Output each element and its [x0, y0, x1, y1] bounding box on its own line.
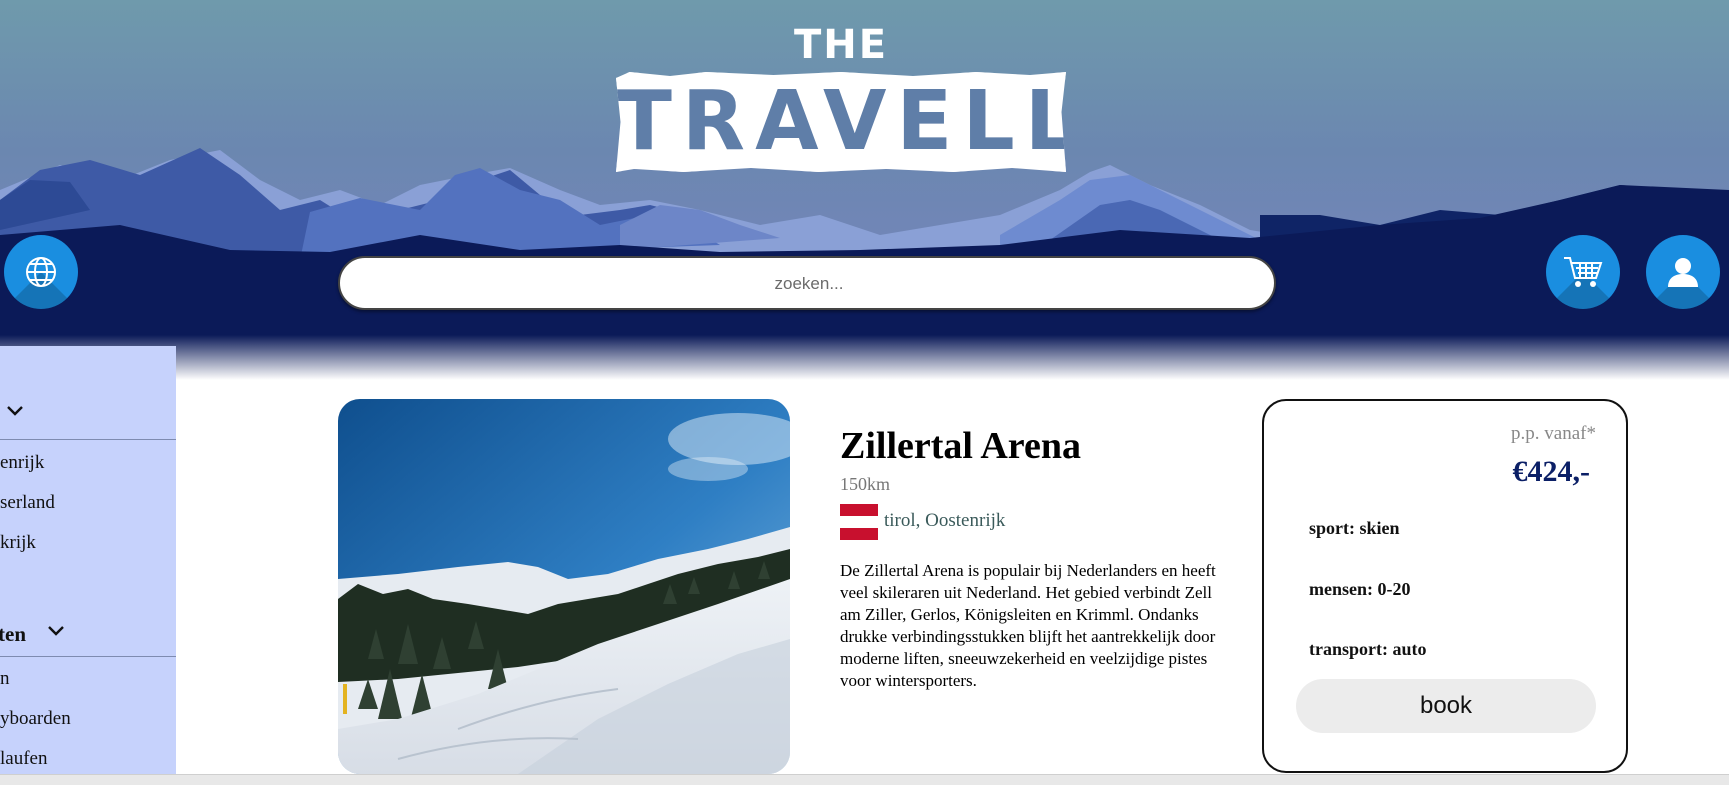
- user-icon: [1668, 258, 1698, 287]
- filter-item[interactable]: krijk: [0, 532, 36, 554]
- booking-card: p.p. vanaf* €424,- sport: skien mensen: …: [1262, 399, 1628, 773]
- transport-info: transport: auto: [1309, 639, 1427, 659]
- price-from-label: p.p. vanaf*: [1511, 423, 1596, 444]
- filter-item[interactable]: enrijk: [0, 452, 44, 474]
- destination-distance: 150km: [840, 474, 891, 494]
- sport-info: sport: skien: [1309, 518, 1400, 538]
- filter-item[interactable]: serland: [0, 492, 55, 514]
- horizontal-scrollbar[interactable]: [0, 774, 1729, 785]
- filter-group-country-header[interactable]: [0, 396, 176, 436]
- destination-region: tirol, Oostenrijk: [884, 510, 1006, 531]
- cart-button[interactable]: [1546, 235, 1620, 309]
- globe-icon: [26, 257, 56, 287]
- search-input[interactable]: [340, 258, 1278, 310]
- logo-top-text: THE: [793, 22, 889, 68]
- divider: [0, 439, 176, 440]
- people-info: mensen: 0-20: [1309, 579, 1411, 599]
- filter-group-activities-header[interactable]: ten: [0, 616, 176, 656]
- account-button[interactable]: [1646, 235, 1720, 309]
- filter-item[interactable]: laufen: [0, 748, 47, 770]
- destination-photo: [338, 399, 790, 774]
- chevron-down-icon: [7, 406, 23, 416]
- search-bar[interactable]: [338, 256, 1278, 310]
- filter-item[interactable]: yboarden: [0, 708, 71, 730]
- filter-sidebar: enrijk serland krijk ten n yboarden lauf…: [0, 346, 176, 784]
- header: THE TRAVELLER: [0, 0, 1729, 380]
- filter-item[interactable]: n: [0, 668, 10, 690]
- logo-main-badge: TRAVELLER: [616, 72, 1066, 172]
- austria-flag-icon: [840, 504, 878, 540]
- destination-description: De Zillertal Arena is populair bij Neder…: [840, 561, 1216, 690]
- divider: [0, 656, 176, 657]
- chevron-down-icon: [48, 626, 64, 636]
- site-logo[interactable]: THE TRAVELLER: [612, 20, 1070, 172]
- language-button[interactable]: [4, 235, 78, 309]
- destination-title: Zillertal Arena: [840, 425, 1081, 467]
- filter-group-label: ten: [0, 622, 26, 646]
- logo-main-text: TRAVELLER: [616, 74, 1227, 169]
- price-value: €424,-: [1512, 455, 1591, 488]
- book-button[interactable]: book: [1296, 679, 1596, 733]
- cart-icon: [1564, 257, 1603, 287]
